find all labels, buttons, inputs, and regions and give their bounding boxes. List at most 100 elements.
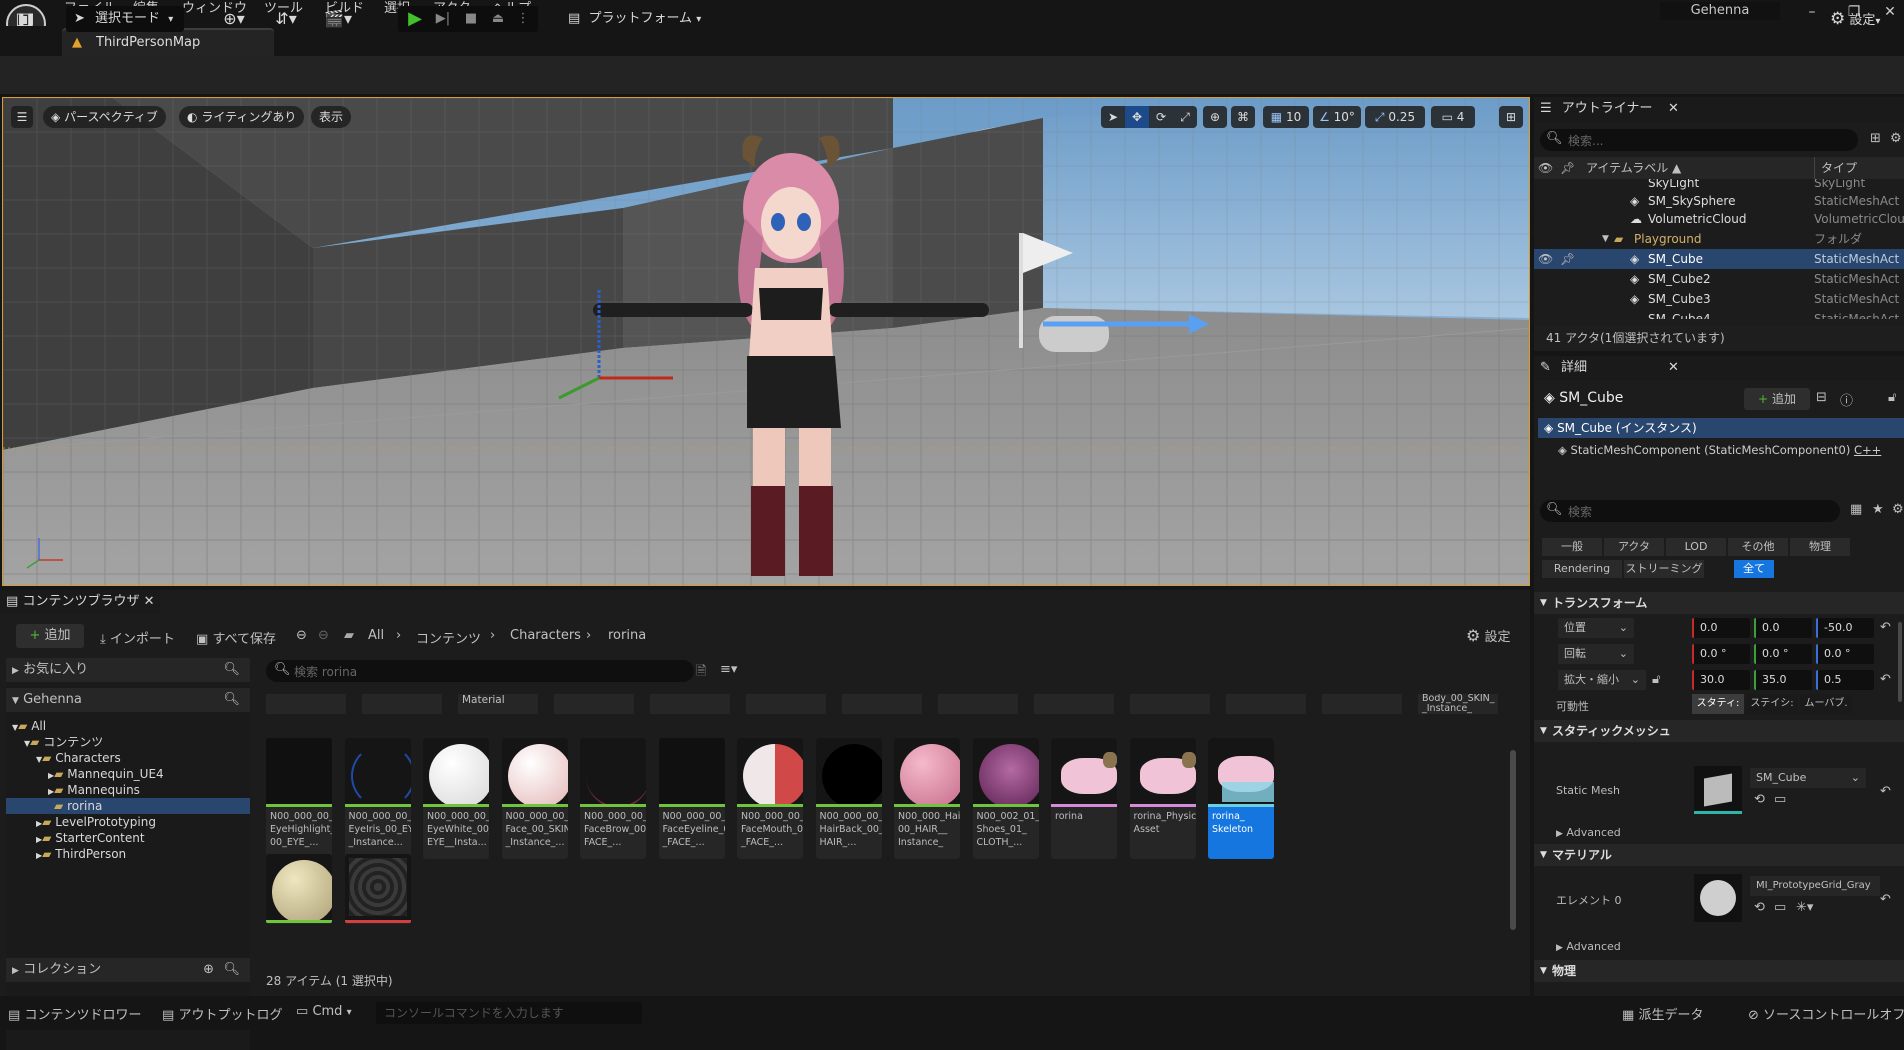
derived-data-button[interactable]: ▦ 派生データ	[1622, 1004, 1703, 1023]
asset-search-input[interactable]: 🔍︎ 検索 rorina	[266, 660, 694, 682]
settings-button[interactable]: ⚙ 設定▾	[1830, 6, 1900, 32]
outliner-folder-row[interactable]: ▼ ▰ Playground フォルダ	[1534, 229, 1904, 249]
filter-all[interactable]: 全て	[1734, 560, 1774, 578]
search-icon[interactable]: 🔍︎	[223, 688, 240, 712]
mobility-stationary[interactable]: ステイシ:	[1746, 694, 1798, 714]
minimize-icon[interactable]: –	[1798, 3, 1826, 23]
filter-streaming[interactable]: ストリーミング	[1624, 560, 1704, 578]
scale-z-field[interactable]: 0.5	[1816, 670, 1874, 690]
options-icon[interactable]: ✳▾	[1796, 900, 1813, 915]
reset-icon[interactable]: ↶	[1880, 620, 1891, 635]
location-x-field[interactable]: 0.0	[1692, 618, 1750, 638]
asset-tile[interactable]: N00_000_00_ EyeIris_00_EYE _Instance...	[344, 738, 411, 859]
instance-row[interactable]: ◈ SM_Cube (インスタンス)	[1538, 418, 1904, 438]
stop-icon[interactable]: ■	[460, 6, 482, 32]
asset-tile-partial[interactable]	[842, 694, 922, 714]
outliner-row[interactable]: ◈ SM_Cube3 StaticMeshAct	[1534, 289, 1904, 309]
add-actor-icon[interactable]: ⊕▾	[214, 6, 254, 32]
rotation-dropdown[interactable]: 回転 ⌄	[1558, 644, 1634, 664]
perspective-button[interactable]: ◈ パースペクティブ	[43, 106, 166, 128]
breadcrumb-characters[interactable]: Characters	[510, 628, 581, 643]
rotate-tool-icon[interactable]: ⟳	[1149, 106, 1173, 128]
static-mesh-picker[interactable]: SM_Cube ⌄	[1750, 768, 1866, 788]
outliner-row[interactable]: SM_Cube4 StaticMeshAct	[1534, 309, 1904, 319]
use-selected-icon[interactable]: ⟲	[1754, 792, 1765, 807]
reset-icon[interactable]: ↶	[1880, 892, 1891, 907]
asset-tile[interactable]: rorina	[1051, 738, 1117, 859]
rotation-y-field[interactable]: 0.0 °	[1754, 644, 1812, 664]
outliner-row-selected[interactable]: 👁︎ 📌︎ ◈ SM_Cube StaticMeshAct	[1534, 249, 1904, 269]
filter-rendering[interactable]: Rendering	[1542, 560, 1622, 578]
asset-tile-partial[interactable]	[362, 694, 442, 714]
save-all-button[interactable]: ▣ すべて保存	[196, 628, 276, 647]
cpp-link[interactable]: C++	[1854, 443, 1881, 457]
save-search-icon[interactable]: 🗎︎	[696, 662, 706, 684]
play-icon[interactable]: ▶	[404, 6, 426, 32]
console-input[interactable]: コンソールコマンドを入力します	[376, 1002, 642, 1024]
static-mesh-section[interactable]: ▼ スタティックメッシュ	[1534, 720, 1904, 742]
pin-icon[interactable]: 📌︎	[1560, 157, 1575, 179]
select-mode-dropdown[interactable]: ➤ 選択モード ▾	[66, 6, 184, 32]
details-scrollbar[interactable]	[1898, 622, 1902, 702]
tree-item-rorina-selected[interactable]: ▰ rorina	[6, 798, 250, 814]
asset-tile[interactable]	[344, 854, 411, 924]
cinematics-icon[interactable]: 🎬▾	[318, 6, 358, 32]
blueprint-icon[interactable]: ⇵▾	[266, 6, 306, 32]
scale-x-field[interactable]: 30.0	[1692, 670, 1750, 690]
level-viewport[interactable]: ☰ ◈ パースペクティブ ◐ ライティングあり 表示 ➤ ✥ ⟳ ⤢ ⊕ ⌘ ▦…	[2, 97, 1530, 586]
project-header[interactable]: ▼ Gehenna 🔍︎	[6, 688, 250, 712]
breadcrumb-rorina[interactable]: rorina	[608, 628, 646, 643]
more-options-icon[interactable]: ⋮	[514, 6, 532, 32]
transform-section[interactable]: ▼ トランスフォーム	[1534, 592, 1904, 614]
scale-snap-button[interactable]: ⤢ 0.25	[1365, 106, 1425, 128]
advanced-row[interactable]: ▶ Advanced	[1556, 940, 1621, 953]
eject-icon[interactable]: ⏏	[486, 6, 510, 32]
outliner-search-input[interactable]: 🔍︎ 検索...	[1540, 129, 1858, 151]
surface-snap-icon[interactable]: ⌘	[1231, 106, 1255, 128]
content-browser-tab[interactable]: ▤ コンテンツブラウザ ✕	[0, 590, 160, 614]
asset-scrollbar[interactable]	[1510, 750, 1516, 930]
asset-tile[interactable]: N00_000_Hair_ 00_HAIR__ Instance_	[894, 738, 960, 859]
asset-tile-selected[interactable]: rorina_ Skeleton	[1208, 738, 1274, 859]
close-tab-icon[interactable]: ✕	[1668, 97, 1679, 121]
lock-icon[interactable]: 🔓︎	[1888, 390, 1896, 405]
column-item-label[interactable]: アイテムラベル ▲	[1586, 157, 1681, 179]
scale-tool-icon[interactable]: ⤢	[1173, 106, 1197, 128]
asset-tile[interactable]: N00_000_00_ EyeWhite_00_ EYE__Insta...	[423, 738, 489, 859]
visibility-icon[interactable]: 👁︎	[1538, 249, 1553, 269]
lighting-button[interactable]: ◐ ライティングあり	[179, 106, 305, 128]
cb-settings-button[interactable]: ⚙ 設定	[1466, 626, 1511, 645]
source-control-button[interactable]: ⊘ ソースコントロールオフ	[1748, 1004, 1904, 1023]
cmd-dropdown[interactable]: ▭ Cmd ▾	[296, 1004, 352, 1019]
asset-tile-partial[interactable]	[554, 694, 634, 714]
lock-ratio-icon[interactable]: 🔓︎	[1652, 672, 1660, 687]
component-row[interactable]: ◈ StaticMeshComponent (StaticMeshCompone…	[1558, 440, 1904, 460]
browse-icon[interactable]: ▭	[1774, 900, 1786, 915]
asset-tile[interactable]: N00_000_00_ EyeHighlight_ 00_EYE_...	[266, 738, 332, 859]
blueprint-convert-icon[interactable]: ⊟	[1816, 390, 1827, 405]
search-icon[interactable]: 🔍︎	[223, 658, 240, 682]
asset-tile-partial[interactable]	[938, 694, 1018, 714]
save-icon[interactable]: ▣	[12, 6, 34, 32]
camera-speed-button[interactable]: ▭ 4	[1431, 106, 1475, 128]
asset-tile[interactable]: N00_002_01_ Shoes_01_ CLOTH_...	[972, 738, 1039, 859]
asset-tile-partial[interactable]	[1226, 694, 1306, 714]
asset-tile-partial[interactable]: Material	[458, 694, 538, 714]
filter-misc[interactable]: その他	[1728, 538, 1788, 556]
rotation-x-field[interactable]: 0.0 °	[1692, 644, 1750, 664]
add-component-button[interactable]: + 追加	[1744, 388, 1810, 410]
filter-lod[interactable]: LOD	[1666, 538, 1726, 556]
back-icon[interactable]: ⊖	[296, 628, 307, 643]
breadcrumb-all[interactable]: All	[368, 628, 384, 643]
collections-header[interactable]: ▶ コレクション ⊕ 🔍︎	[6, 958, 250, 982]
physics-section[interactable]: ▼ 物理	[1534, 960, 1904, 982]
filter-icon[interactable]: ≡▾	[720, 662, 737, 677]
search-icon[interactable]: 🔍︎	[223, 958, 240, 982]
asset-tile[interactable]	[266, 854, 332, 924]
asset-tile-partial[interactable]	[1322, 694, 1402, 714]
use-selected-icon[interactable]: ⟲	[1754, 900, 1765, 915]
property-matrix-icon[interactable]: ▦	[1850, 502, 1862, 517]
asset-tile-partial[interactable]	[266, 694, 346, 714]
tree-item-thirdperson[interactable]: ▶▰ ThirdPerson	[36, 846, 126, 864]
scale-dropdown[interactable]: 拡大・縮小 ⌄	[1558, 670, 1646, 690]
